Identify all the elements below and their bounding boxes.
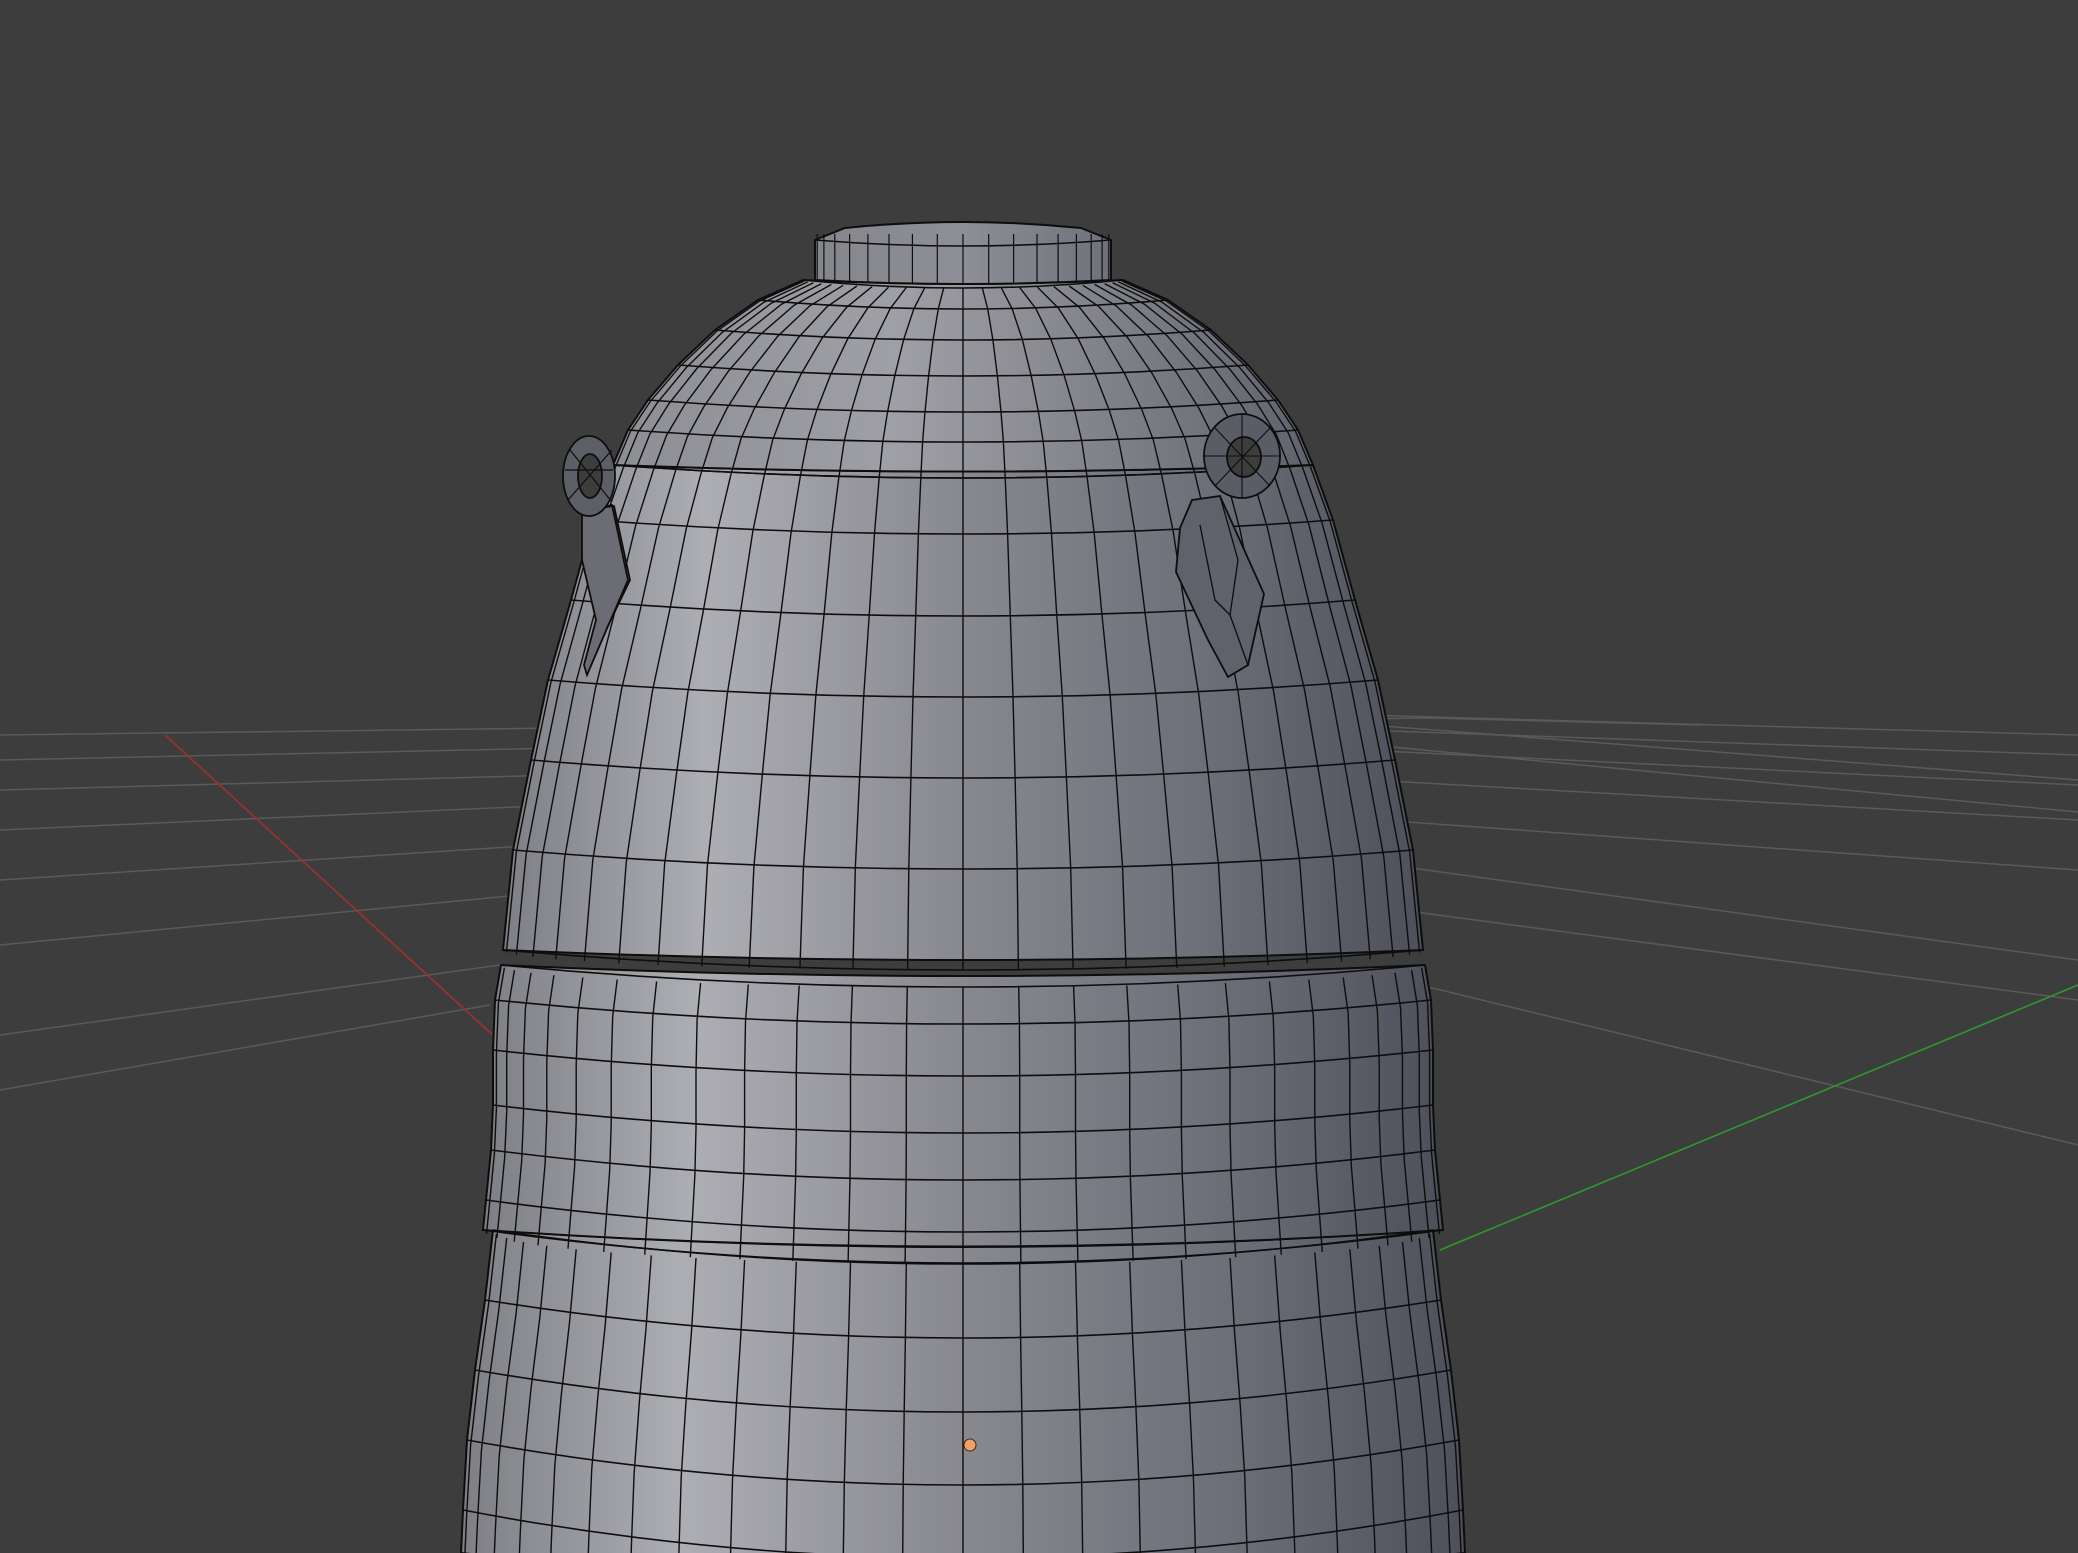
grid-line xyxy=(1429,717,1701,726)
grid-line xyxy=(1389,864,2078,961)
object-origin-point[interactable] xyxy=(963,1438,977,1452)
y-axis-line xyxy=(1439,984,2078,1251)
grid-line xyxy=(0,774,561,791)
grid-line xyxy=(0,747,561,761)
viewport-canvas[interactable] xyxy=(0,0,2078,1553)
grid-line xyxy=(0,964,501,1036)
grid-line xyxy=(0,1004,491,1091)
grid-line xyxy=(1369,724,2078,781)
grid-line xyxy=(0,894,521,946)
grid-line xyxy=(0,804,561,831)
3d-viewport[interactable] xyxy=(0,0,2078,1553)
grid-line xyxy=(0,844,541,881)
grid-line xyxy=(1369,779,2078,821)
grid-line xyxy=(1369,744,2078,813)
grid-line xyxy=(0,727,561,736)
x-axis-line xyxy=(164,734,521,1061)
mesh-object[interactable] xyxy=(459,221,1467,1553)
grid-line xyxy=(1359,749,2078,786)
grid-line xyxy=(1379,819,2078,871)
grid-line xyxy=(1399,909,2078,1001)
grid-line xyxy=(1359,729,2078,756)
